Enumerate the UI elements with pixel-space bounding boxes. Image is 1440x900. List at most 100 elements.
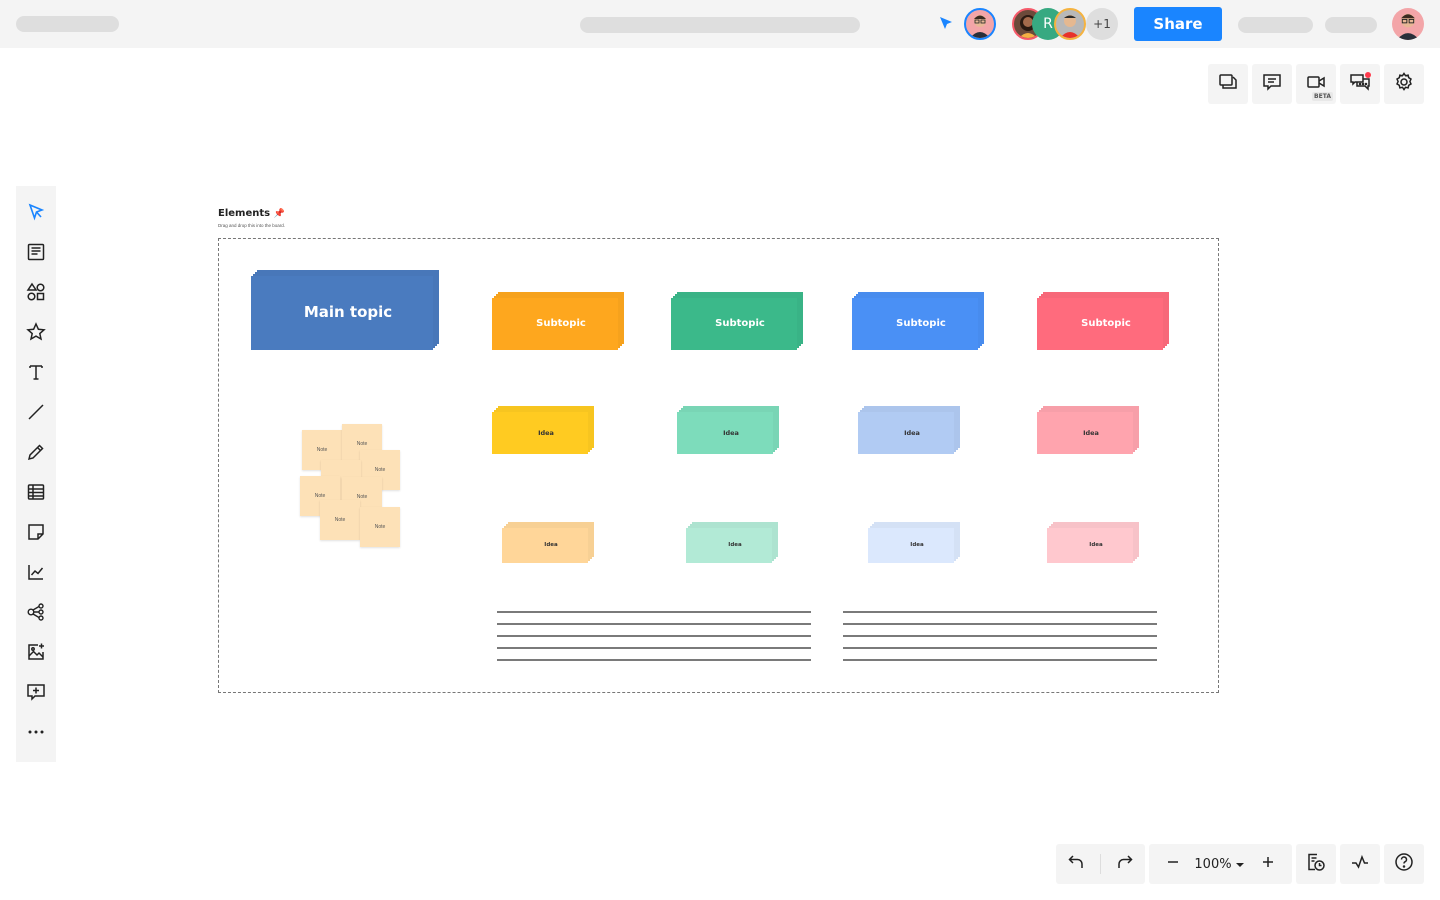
divider <box>1100 854 1101 874</box>
minus-icon <box>1166 855 1180 874</box>
history-button[interactable] <box>1296 844 1336 884</box>
undo-redo-group <box>1056 844 1145 884</box>
share-button[interactable]: Share <box>1134 7 1222 41</box>
card-label: Idea <box>910 541 924 548</box>
notification-dot <box>1365 72 1371 78</box>
rule-line <box>843 611 1157 613</box>
chart-icon <box>26 562 46 587</box>
rule-line <box>497 635 811 637</box>
top-bar: R +1 Share <box>0 0 1440 48</box>
subtopic-card[interactable]: Subtopic <box>1037 292 1171 352</box>
sticky-note-tool[interactable] <box>24 522 48 546</box>
card-label: Main topic <box>303 303 393 322</box>
help-button[interactable] <box>1384 844 1424 884</box>
idea-card-small[interactable]: Idea <box>686 522 780 565</box>
idea-card[interactable]: Idea <box>492 406 596 456</box>
plus-icon <box>1261 855 1275 874</box>
left-toolbar <box>16 186 56 762</box>
zoom-out-button[interactable] <box>1153 844 1193 884</box>
card-label: Idea <box>1089 541 1103 548</box>
idea-card-small[interactable]: Idea <box>1047 522 1141 565</box>
idea-card-small[interactable]: Idea <box>868 522 962 565</box>
sticky-note-icon <box>26 522 46 547</box>
subtopic-card[interactable]: Subtopic <box>671 292 805 352</box>
undo-icon <box>1067 853 1085 876</box>
card-label: Idea <box>723 428 739 437</box>
line-tool[interactable] <box>24 402 48 426</box>
settings-button[interactable] <box>1384 64 1424 104</box>
help-icon <box>1394 852 1414 877</box>
subtopic-card[interactable]: Subtopic <box>492 292 626 352</box>
section-title: Elements 📌 <box>218 208 285 219</box>
main-topic-card[interactable]: Main topic <box>251 270 441 352</box>
shapes-icon <box>26 282 46 307</box>
chat-button[interactable] <box>1340 64 1380 104</box>
more-collaborators-badge[interactable]: +1 <box>1086 8 1118 40</box>
help-button-inner <box>1384 844 1424 884</box>
menu-placeholder-1[interactable] <box>1238 17 1313 33</box>
idea-card[interactable]: Idea <box>1037 406 1141 456</box>
redo-icon <box>1116 853 1134 876</box>
sticky-note[interactable]: Note <box>360 507 400 547</box>
rule-line <box>497 659 811 661</box>
activity-button[interactable] <box>1340 844 1380 884</box>
pencil-icon <box>26 442 46 467</box>
section-subtitle: Drag and drop this into the board. <box>218 223 286 228</box>
rule-line <box>843 623 1157 625</box>
table-tool[interactable] <box>24 482 48 506</box>
current-user-avatar[interactable] <box>964 8 996 40</box>
video-call-button[interactable]: BETA <box>1296 64 1336 104</box>
image-add-icon <box>26 642 46 667</box>
chart-tool[interactable] <box>24 562 48 586</box>
activity-button-inner <box>1340 844 1380 884</box>
comment-add-icon <box>26 682 46 707</box>
card-label: Subtopic <box>536 317 586 329</box>
pages-button[interactable] <box>1208 64 1248 104</box>
card-label: Subtopic <box>1081 317 1131 329</box>
image-tool[interactable] <box>24 642 48 666</box>
caret-down-icon <box>1235 857 1244 872</box>
zoom-in-button[interactable] <box>1248 844 1288 884</box>
pen-tool[interactable] <box>24 442 48 466</box>
sticky-note[interactable]: Note <box>320 500 360 540</box>
card-label: Idea <box>544 541 558 548</box>
more-tools[interactable] <box>24 722 48 746</box>
card-label: Subtopic <box>896 317 946 329</box>
collaborator-initial: R <box>1043 16 1053 32</box>
mindmap-tool[interactable] <box>24 602 48 626</box>
rule-line <box>497 623 811 625</box>
history-button-inner <box>1296 844 1336 884</box>
undo-button[interactable] <box>1056 844 1096 884</box>
beta-badge: BETA <box>1312 92 1333 101</box>
idea-card[interactable]: Idea <box>858 406 962 456</box>
document-title-placeholder[interactable] <box>16 16 119 32</box>
mindmap-icon <box>26 602 46 627</box>
star-icon <box>26 321 46 347</box>
text-icon <box>26 362 46 387</box>
profile-avatar[interactable] <box>1392 8 1424 40</box>
redo-button[interactable] <box>1105 844 1145 884</box>
rule-line <box>497 647 811 649</box>
add-comment-tool[interactable] <box>24 682 48 706</box>
card-label: Subtopic <box>715 317 765 329</box>
zoom-level-dropdown[interactable]: 100% <box>1193 844 1245 884</box>
card-label: Idea <box>728 541 742 548</box>
icons-tool[interactable] <box>24 321 48 347</box>
shapes-tool[interactable] <box>24 282 48 306</box>
comments-button[interactable] <box>1252 64 1292 104</box>
idea-card-small[interactable]: Idea <box>502 522 596 565</box>
select-tool[interactable] <box>24 202 48 226</box>
subtopic-card[interactable]: Subtopic <box>852 292 986 352</box>
rule-line <box>843 659 1157 661</box>
board-name-placeholder[interactable] <box>580 17 860 33</box>
template-icon <box>26 242 46 267</box>
table-icon <box>26 482 46 507</box>
text-tool[interactable] <box>24 362 48 386</box>
rule-line <box>497 611 811 613</box>
line-icon <box>26 402 46 427</box>
collaborator-avatar[interactable] <box>1054 8 1086 40</box>
pin-icon: 📌 <box>273 209 285 219</box>
menu-placeholder-2[interactable] <box>1325 17 1377 33</box>
templates-tool[interactable] <box>24 242 48 266</box>
idea-card[interactable]: Idea <box>677 406 781 456</box>
